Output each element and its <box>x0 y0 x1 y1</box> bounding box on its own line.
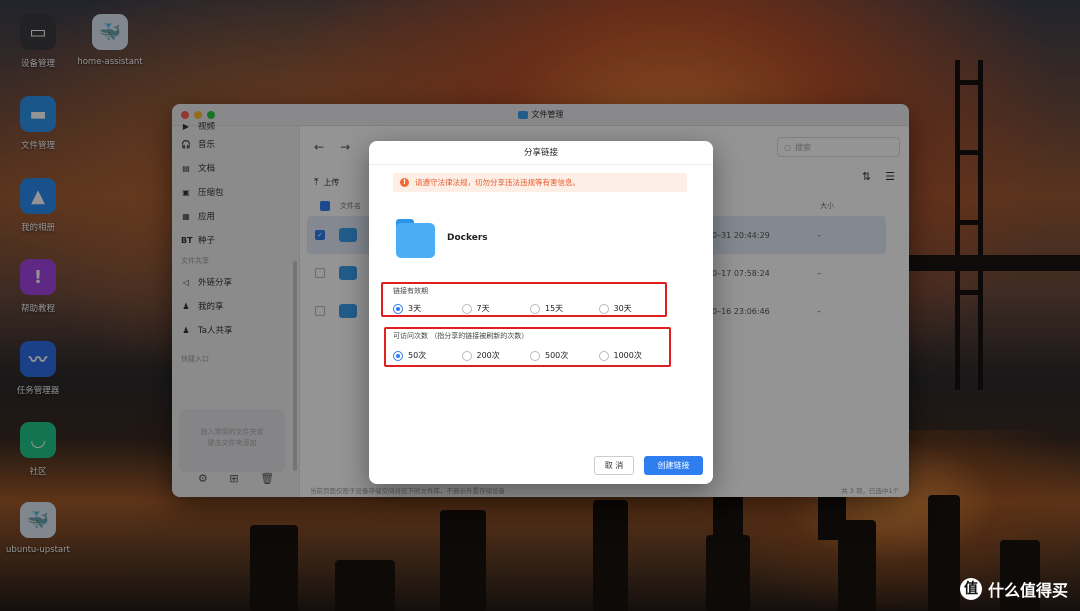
radio <box>461 303 472 314</box>
dialog-title: 分享链接 <box>369 141 713 165</box>
link-validity-group: 链接有效期 3天 7天 15天 30天 <box>382 285 667 314</box>
radio-selected <box>393 303 403 314</box>
radio <box>530 350 540 361</box>
radio <box>598 350 609 361</box>
visit-count-group: 可访问次数 （指分享的链接被刷新的次数） 50次 200次 500次 1000次 <box>382 330 667 361</box>
visits-option-500[interactable]: 500次 <box>530 350 599 361</box>
cancel-button[interactable]: 取 消 <box>594 456 634 475</box>
watermark: 值 什么值得买 <box>959 577 1068 601</box>
share-link-dialog: 分享链接 ! 请遵守法律法规，切勿分享违法违规等有害信息。 Dockers 链接… <box>369 141 713 484</box>
validity-option-30d[interactable]: 30天 <box>598 303 668 314</box>
legal-warning-banner: ! 请遵守法律法规，切勿分享违法违规等有害信息。 <box>393 173 687 192</box>
radio <box>598 303 609 314</box>
visits-option-1000[interactable]: 1000次 <box>598 350 668 361</box>
visits-option-200[interactable]: 200次 <box>461 350 531 361</box>
radio <box>461 350 472 361</box>
radio-selected <box>393 350 403 361</box>
watermark-logo-icon: 值 <box>959 578 982 600</box>
shared-folder-name: Dockers <box>447 233 488 243</box>
create-link-button[interactable]: 创建链接 <box>644 456 703 475</box>
validity-option-3d[interactable]: 3天 <box>393 303 462 314</box>
radio <box>530 303 540 314</box>
validity-option-7d[interactable]: 7天 <box>461 303 531 314</box>
validity-option-15d[interactable]: 15天 <box>530 303 599 314</box>
visits-option-50[interactable]: 50次 <box>393 350 462 361</box>
folder-icon <box>396 219 435 258</box>
warning-icon: ! <box>400 178 409 187</box>
